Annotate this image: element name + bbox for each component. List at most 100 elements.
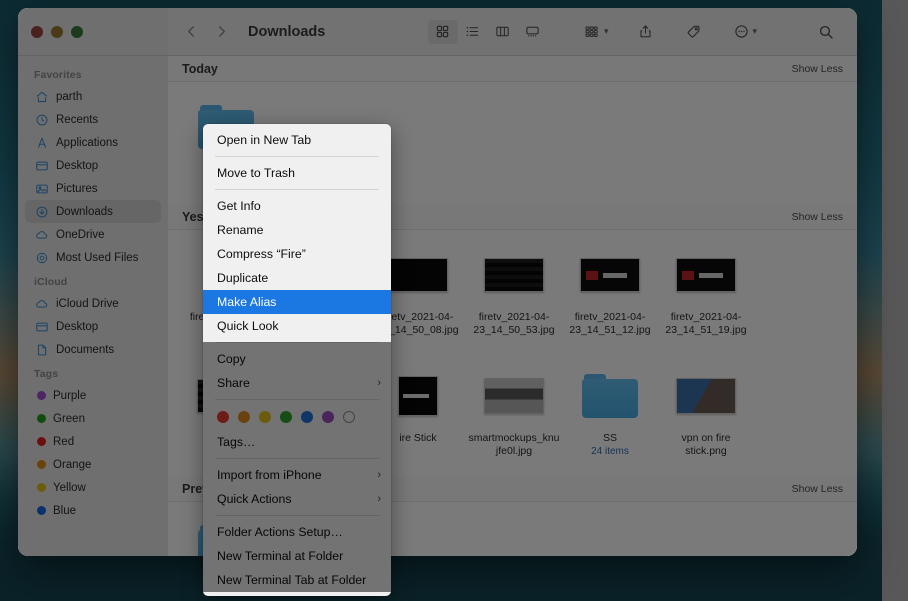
file-item[interactable]: firetv_2021-04-23_14_51_19.jpg xyxy=(658,238,754,337)
show-less-link[interactable]: Show Less xyxy=(792,483,843,495)
close-button[interactable] xyxy=(31,25,43,38)
sidebar-item-tag-blue[interactable]: Blue xyxy=(25,499,161,522)
file-item[interactable]: smartmockups_knujfe0l.jpg xyxy=(466,359,562,458)
menu-item-tags[interactable]: Tags… xyxy=(203,430,391,454)
sidebar-item-desktop[interactable]: Desktop xyxy=(25,154,161,177)
sidebar-item-downloads[interactable]: Downloads xyxy=(25,200,161,223)
sidebar-item-label: OneDrive xyxy=(56,228,105,241)
zoom-button[interactable] xyxy=(71,25,83,38)
gallery-view-button[interactable] xyxy=(518,20,548,44)
tag-swatch-yellow[interactable] xyxy=(259,411,271,423)
back-button[interactable] xyxy=(178,19,204,45)
tag-swatch-green[interactable] xyxy=(280,411,292,423)
menu-item-move-to-trash[interactable]: Move to Trash xyxy=(203,161,391,185)
forward-button[interactable] xyxy=(208,19,234,45)
clock-icon xyxy=(34,112,49,127)
list-view-button[interactable] xyxy=(458,20,488,44)
sidebar-item-tag-green[interactable]: Green xyxy=(25,407,161,430)
screen-right-strip xyxy=(882,0,908,601)
menu-item-get-info[interactable]: Get Info xyxy=(203,194,391,218)
tag-dot-icon xyxy=(37,414,46,423)
menu-item-copy[interactable]: Copy xyxy=(203,347,391,371)
context-menu[interactable]: Open in New Tab Move to Trash Get Info R… xyxy=(203,124,391,596)
tag-swatch-orange[interactable] xyxy=(238,411,250,423)
menu-item-compress[interactable]: Compress “Fire” xyxy=(203,242,391,266)
menu-item-label: Quick Look xyxy=(217,319,279,333)
sidebar-item-label: Documents xyxy=(56,343,115,356)
image-preview xyxy=(676,258,736,292)
folder-icon xyxy=(582,374,638,418)
tag-dot-icon xyxy=(37,391,46,400)
file-item-ss[interactable]: SS 24 items xyxy=(562,359,658,458)
share-button[interactable] xyxy=(630,20,660,44)
menu-item-share[interactable]: Share › xyxy=(203,371,391,395)
sidebar-item-documents[interactable]: Documents xyxy=(25,338,161,361)
menu-item-open-in-new-tab[interactable]: Open in New Tab xyxy=(203,128,391,152)
image-preview xyxy=(388,258,448,292)
menu-item-label: Quick Actions xyxy=(217,492,292,506)
menu-item-new-terminal-at-folder[interactable]: New Terminal at Folder xyxy=(203,544,391,568)
document-icon xyxy=(34,342,49,357)
desktop-icon xyxy=(34,319,49,334)
sidebar-item-tag-orange[interactable]: Orange xyxy=(25,453,161,476)
tag-swatch-red[interactable] xyxy=(217,411,229,423)
applications-icon xyxy=(34,135,49,150)
menu-item-make-alias[interactable]: Make Alias xyxy=(203,290,391,314)
show-less-link[interactable]: Show Less xyxy=(792,211,843,223)
menu-item-new-terminal-tab-at-folder[interactable]: New Terminal Tab at Folder xyxy=(203,568,391,592)
page-title: Downloads xyxy=(248,23,326,40)
file-item[interactable]: firetv_2021-04-23_14_50_53.jpg xyxy=(466,238,562,337)
sidebar-item-parth[interactable]: parth xyxy=(25,85,161,108)
search-icon[interactable] xyxy=(811,20,841,44)
menu-item-import-from-iphone[interactable]: Import from iPhone › xyxy=(203,463,391,487)
thumbnail xyxy=(398,365,438,427)
chevron-down-icon[interactable]: ▾ xyxy=(752,26,757,37)
menu-separator xyxy=(215,458,379,459)
sidebar-item-pictures[interactable]: Pictures xyxy=(25,177,161,200)
sidebar-item-recents[interactable]: Recents xyxy=(25,108,161,131)
tag-dot-icon xyxy=(37,437,46,446)
sidebar-item-onedrive[interactable]: OneDrive xyxy=(25,223,161,246)
menu-item-label: New Terminal at Folder xyxy=(217,549,344,563)
column-view-button[interactable] xyxy=(488,20,518,44)
sidebar-item-applications[interactable]: Applications xyxy=(25,131,161,154)
menu-item-label: Folder Actions Setup… xyxy=(217,525,343,539)
file-name: vpn on fire stick.png xyxy=(681,432,731,457)
menu-item-label: Share xyxy=(217,376,250,390)
tags-button[interactable] xyxy=(678,20,708,44)
sidebar-item-label: Applications xyxy=(56,136,119,149)
thumbnail xyxy=(484,244,544,306)
toolbar-main: Downloads ▾ ▾ xyxy=(168,8,857,55)
sidebar-item-tag-yellow[interactable]: Yellow xyxy=(25,476,161,499)
menu-separator xyxy=(215,156,379,157)
group-by-group: ▾ xyxy=(578,20,613,44)
sidebar-item-icloud-drive[interactable]: iCloud Drive xyxy=(25,292,161,315)
pictures-icon xyxy=(34,181,49,196)
sidebar-item-label: parth xyxy=(56,90,83,103)
sidebar-item-label: Blue xyxy=(53,504,77,517)
minimize-button[interactable] xyxy=(51,25,63,38)
show-less-link[interactable]: Show Less xyxy=(792,63,843,75)
tag-swatch-purple[interactable] xyxy=(322,411,334,423)
file-item[interactable]: firetv_2021-04-23_14_51_12.jpg xyxy=(562,238,658,337)
file-item[interactable]: vpn on fire stick.png xyxy=(658,359,754,458)
sidebar-item-most-used-files[interactable]: Most Used Files xyxy=(25,246,161,269)
menu-item-folder-actions-setup[interactable]: Folder Actions Setup… xyxy=(203,520,391,544)
menu-item-duplicate[interactable]: Duplicate xyxy=(203,266,391,290)
sidebar-item-icloud-desktop[interactable]: Desktop xyxy=(25,315,161,338)
menu-item-quick-actions[interactable]: Quick Actions › xyxy=(203,487,391,511)
tag-swatch-blue[interactable] xyxy=(301,411,313,423)
menu-item-rename[interactable]: Rename xyxy=(203,218,391,242)
icon-view-button[interactable] xyxy=(427,19,458,44)
menu-item-quick-look[interactable]: Quick Look xyxy=(203,314,391,338)
image-preview xyxy=(676,378,736,414)
chevron-down-icon[interactable]: ▾ xyxy=(604,26,609,37)
more-group: ▾ xyxy=(726,20,761,44)
tag-swatch-none[interactable] xyxy=(343,411,355,423)
menu-item-label: Open in New Tab xyxy=(217,133,312,147)
sidebar-item-tag-red[interactable]: Red xyxy=(25,430,161,453)
sidebar-item-tag-purple[interactable]: Purple xyxy=(25,384,161,407)
view-mode-group xyxy=(427,19,548,44)
menu-item-label: Rename xyxy=(217,223,264,237)
sidebar-item-label: Recents xyxy=(56,113,99,126)
